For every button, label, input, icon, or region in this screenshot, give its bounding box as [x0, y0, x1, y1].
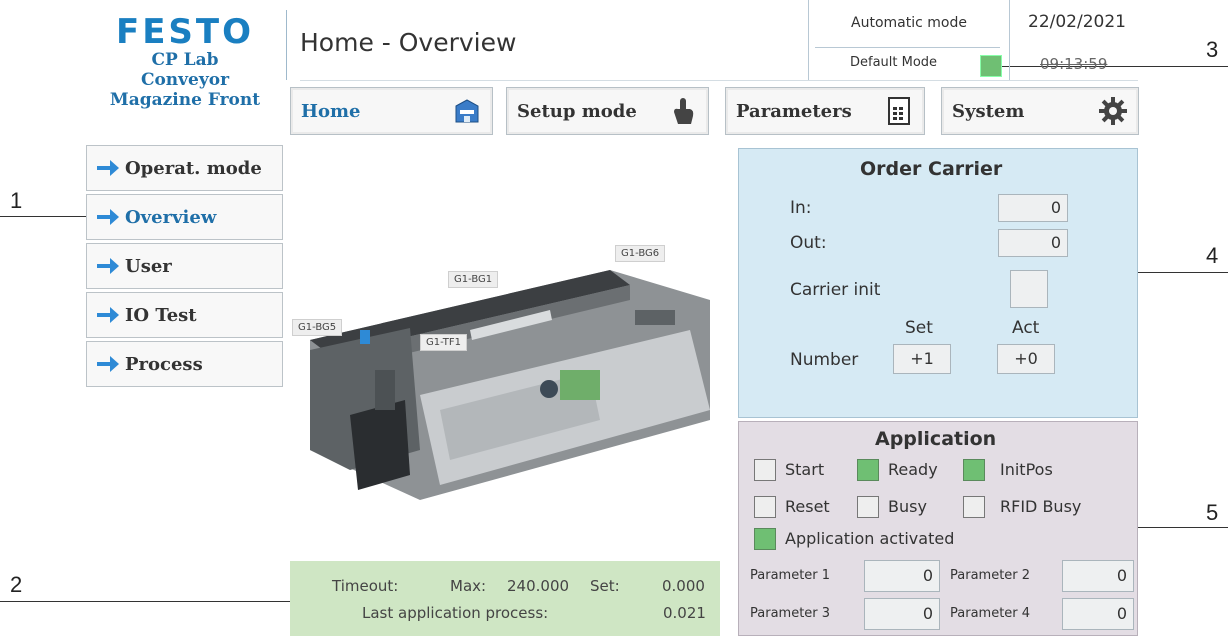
initpos-indicator [963, 459, 985, 481]
tab-parameters-label: Parameters [736, 101, 852, 122]
arrow-right-icon [97, 307, 119, 323]
parameter-4-field[interactable]: 0 [1062, 598, 1134, 630]
out-label: Out: [790, 233, 827, 253]
callout-2-line [0, 601, 298, 602]
carrier-init-checkbox[interactable] [1010, 270, 1048, 308]
default-mode-indicator [980, 55, 1002, 77]
sensor-tag-g1-bg1: G1-BG1 [448, 271, 499, 288]
parameter-1-label: Parameter 1 [750, 568, 831, 583]
tab-system-label: System [952, 101, 1025, 122]
hand-pointer-icon [674, 98, 694, 124]
busy-indicator [857, 496, 879, 518]
arrow-right-icon [97, 160, 119, 176]
start-indicator [754, 459, 776, 481]
last-process-value: 0.021 [663, 604, 706, 622]
callout-3-line [990, 66, 1228, 67]
sidebar-item-label: Process [125, 354, 203, 375]
timeout-set-label: Set: [590, 577, 620, 595]
timeout-panel: Timeout: Max: 240.000 Set: 0.000 Last ap… [290, 561, 720, 636]
last-process-label: Last application process: [362, 604, 549, 622]
callout-1: 1 [10, 188, 23, 213]
parameter-4-label: Parameter 4 [950, 606, 1031, 621]
date-display: 22/02/2021 [1028, 12, 1126, 32]
sidebar-item-process[interactable]: Process [86, 341, 283, 387]
parameter-1-field[interactable]: 0 [864, 560, 940, 592]
timeout-max-value: 240.000 [507, 577, 570, 595]
act-column-label: Act [1012, 318, 1040, 338]
page-title: Home - Overview [300, 28, 517, 57]
sidebar-item-label: Operat. mode [125, 158, 262, 179]
arrow-right-icon [97, 209, 119, 225]
sidebar-item-overview[interactable]: Overview [86, 194, 283, 240]
tab-system[interactable]: System [941, 87, 1139, 135]
mode-divider [815, 47, 1000, 48]
conveyor-station-illustration [310, 270, 710, 500]
sidebar-item-user[interactable]: User [86, 243, 283, 289]
number-set-field[interactable]: +1 [893, 344, 951, 374]
start-label: Start [785, 460, 825, 479]
application-title: Application [875, 428, 997, 450]
set-column-label: Set [905, 318, 933, 338]
busy-label: Busy [888, 497, 927, 516]
initpos-label: InitPos [1000, 460, 1053, 479]
brand-name: FESTO [115, 12, 255, 52]
tab-parameters[interactable]: Parameters [725, 87, 925, 135]
timeout-label: Timeout: [332, 577, 399, 595]
in-count-field: 0 [998, 194, 1068, 222]
station-line-2: Conveyor [140, 70, 230, 90]
festo-logo: FESTO CP Lab Conveyor Magazine Front [92, 14, 278, 110]
sidebar-item-label: Overview [125, 207, 217, 228]
callout-4-line [1130, 272, 1228, 273]
timeout-set-value: 0.000 [662, 577, 705, 595]
rfid-busy-label: RFID Busy [1000, 497, 1082, 516]
header-underline [300, 80, 1138, 81]
parameter-2-field[interactable]: 0 [1062, 560, 1134, 592]
reset-label: Reset [785, 497, 830, 516]
out-count-field: 0 [998, 229, 1068, 257]
tab-home[interactable]: Home [290, 87, 493, 135]
callout-4: 4 [1206, 243, 1219, 268]
parameter-3-field[interactable]: 0 [864, 598, 940, 630]
application-activated-label: Application activated [785, 529, 955, 548]
callout-5-line [1130, 527, 1228, 528]
sidebar-item-label: User [125, 256, 172, 277]
number-label: Number [790, 350, 859, 370]
sidebar-item-label: IO Test [125, 305, 197, 326]
parameters-icon [888, 97, 910, 125]
callout-5: 5 [1206, 500, 1219, 525]
callout-2: 2 [10, 572, 23, 597]
arrow-right-icon [97, 258, 119, 274]
rfid-busy-indicator [963, 496, 985, 518]
header-separator [286, 10, 287, 80]
default-mode-label: Default Mode [850, 55, 938, 70]
reset-indicator [754, 496, 776, 518]
station-line-3: Magazine Front [109, 90, 261, 110]
sidebar-item-io-test[interactable]: IO Test [86, 292, 283, 338]
in-label: In: [790, 198, 812, 218]
sensor-tag-g1-bg6: G1-BG6 [615, 245, 666, 262]
arrow-right-icon [97, 356, 119, 372]
operating-mode-label: Automatic mode [851, 15, 967, 31]
gear-icon [1099, 97, 1127, 125]
ready-indicator [857, 459, 879, 481]
sensor-tag-g1-tf1: G1-TF1 [420, 334, 468, 351]
sidebar-item-operat-mode[interactable]: Operat. mode [86, 145, 283, 191]
callout-3: 3 [1206, 37, 1219, 62]
sensor-tag-g1-bg5: G1-BG5 [292, 319, 343, 336]
carrier-init-label: Carrier init [790, 280, 881, 300]
tab-home-label: Home [301, 101, 361, 122]
tab-setup-mode[interactable]: Setup mode [506, 87, 709, 135]
ready-label: Ready [888, 460, 938, 479]
station-line-1: CP Lab [151, 50, 219, 70]
application-activated-indicator [754, 528, 776, 550]
parameter-2-label: Parameter 2 [950, 568, 1031, 583]
parameter-3-label: Parameter 3 [750, 606, 831, 621]
home-icon [455, 99, 479, 123]
timeout-max-label: Max: [450, 577, 487, 595]
time-display: 09:13:59 [1040, 55, 1108, 73]
order-carrier-title: Order Carrier [860, 158, 1003, 180]
number-act-field: +0 [997, 344, 1055, 374]
tab-setup-mode-label: Setup mode [517, 101, 637, 122]
